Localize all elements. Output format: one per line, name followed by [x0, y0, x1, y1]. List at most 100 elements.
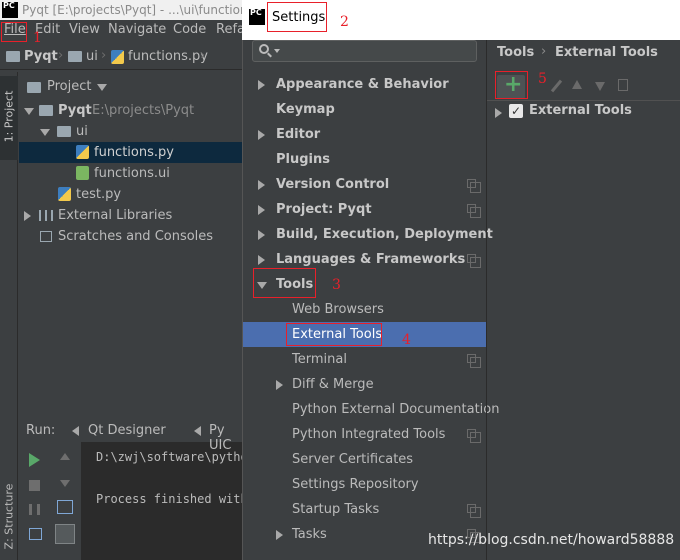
annotation-number-3: 3 — [332, 277, 341, 293]
menu-code[interactable]: Code — [173, 22, 206, 37]
expand-arrow-icon[interactable] — [24, 108, 34, 115]
structure-tool-tab[interactable]: Z: Structure — [3, 472, 16, 560]
settings-nav-plugins[interactable]: Plugins — [243, 147, 486, 172]
run-tab-qt-designer[interactable]: Qt Designer — [88, 423, 166, 438]
tree-path: E:\projects\Pyqt — [92, 103, 195, 118]
dropdown-chevron-icon[interactable] — [97, 84, 107, 91]
project-tool-tab[interactable]: 1: Project — [0, 76, 18, 160]
settings-dialog: Appearance & Behavior Keymap Editor Plug… — [242, 40, 680, 560]
settings-nav-python-external-docs[interactable]: Python External Documentation — [243, 397, 499, 422]
tree-row-external-libraries[interactable]: External Libraries — [19, 205, 242, 226]
expand-arrow-icon[interactable] — [258, 255, 265, 265]
settings-search-input[interactable] — [252, 40, 477, 62]
settings-nav-editor[interactable]: Editor — [243, 122, 486, 147]
project-level-icon — [467, 254, 481, 268]
scroll-down-icon[interactable] — [60, 480, 70, 487]
run-tab-py-uic[interactable]: Py UIC — [209, 423, 242, 453]
rerun-icon[interactable] — [29, 453, 40, 467]
settings-nav-startup-tasks[interactable]: Startup Tasks — [243, 497, 486, 522]
restore-layout-icon[interactable] — [29, 528, 42, 540]
settings-nav-version-control[interactable]: Version Control — [243, 172, 486, 197]
settings-nav-web-browsers[interactable]: Web Browsers — [243, 297, 486, 322]
expand-arrow-icon[interactable] — [24, 211, 31, 221]
external-tools-tree: ✓ External Tools — [487, 100, 680, 560]
settings-nav-python-integrated-tools[interactable]: Python Integrated Tools — [243, 422, 486, 447]
tree-label: test.py — [76, 187, 122, 202]
run-panel-header: Run: Qt Designer Py UIC — [19, 420, 242, 453]
project-panel: Project Pyqt E:\projects\Pyqt ui functio… — [19, 72, 242, 420]
expand-arrow-icon[interactable] — [258, 130, 265, 140]
expand-arrow-icon[interactable] — [258, 205, 265, 215]
scroll-to-end-icon[interactable] — [55, 524, 75, 544]
project-level-icon — [467, 429, 481, 443]
move-up-icon[interactable] — [572, 80, 582, 89]
expand-arrow-icon[interactable] — [276, 380, 283, 390]
breadcrumb-file[interactable]: functions.py — [128, 49, 208, 64]
breadcrumb-project[interactable]: Pyqt — [24, 49, 58, 64]
settings-nav-label: Keymap — [276, 102, 335, 117]
tree-label: functions.ui — [94, 166, 170, 181]
folder-icon — [57, 126, 71, 137]
external-tools-group-row[interactable]: ✓ External Tools — [487, 101, 680, 125]
scroll-up-icon[interactable] — [60, 453, 70, 460]
breadcrumb-folder[interactable]: ui — [86, 49, 98, 64]
menu-navigate[interactable]: Navigate — [108, 22, 166, 37]
settings-nav-diff-merge[interactable]: Diff & Merge — [243, 372, 486, 397]
expand-arrow-icon[interactable] — [276, 530, 283, 540]
pycharm-logo-icon: PC — [249, 9, 265, 25]
soft-wrap-icon[interactable] — [57, 500, 73, 514]
run-toolbar — [19, 442, 81, 560]
checkbox-checked-icon[interactable]: ✓ — [509, 104, 523, 118]
watermark-text: https://blog.csdn.net/howard58888 — [428, 532, 675, 548]
tree-row-test-py[interactable]: test.py — [19, 184, 242, 205]
settings-nav-label: Settings Repository — [292, 477, 419, 492]
settings-nav-external-tools[interactable]: External Tools 4 — [243, 322, 486, 348]
settings-dialog-title-bar: PC Settings 2 — [242, 0, 680, 40]
tree-row-project-root[interactable]: Pyqt E:\projects\Pyqt — [19, 100, 242, 121]
breadcrumb-separator-icon: › — [101, 48, 107, 63]
move-down-icon[interactable] — [595, 82, 605, 91]
scratches-icon — [40, 231, 52, 242]
settings-nav-terminal[interactable]: Terminal — [243, 347, 486, 372]
run-config-icon — [72, 426, 79, 436]
menu-view[interactable]: View — [69, 22, 100, 37]
settings-nav-server-certificates[interactable]: Server Certificates — [243, 447, 486, 472]
copy-icon[interactable] — [618, 79, 628, 91]
run-config-icon — [194, 426, 201, 436]
menu-refactor[interactable]: Refa — [216, 22, 245, 37]
settings-nav-settings-repository[interactable]: Settings Repository — [243, 472, 486, 497]
annotation-box-5 — [495, 71, 528, 99]
settings-nav-label: Python Integrated Tools — [292, 427, 446, 442]
folder-icon — [6, 51, 20, 62]
expand-arrow-icon[interactable] — [495, 108, 502, 118]
settings-nav-tools[interactable]: Tools 3 — [243, 268, 486, 298]
annotation-box-1 — [1, 22, 27, 42]
expand-arrow-icon[interactable] — [258, 230, 265, 240]
expand-arrow-icon[interactable] — [40, 129, 50, 136]
left-tool-stripe: 1: Project Z: Structure — [0, 72, 18, 560]
folder-icon — [68, 51, 82, 62]
settings-nav-build[interactable]: Build, Execution, Deployment — [243, 222, 493, 247]
project-tool-tab-label: 1: Project — [2, 90, 16, 143]
expand-arrow-icon[interactable] — [258, 180, 265, 190]
library-icon — [39, 210, 53, 221]
tree-row-scratches[interactable]: Scratches and Consoles — [19, 226, 242, 247]
tree-row-functions-py[interactable]: functions.py — [19, 142, 242, 163]
pause-icon[interactable] — [29, 504, 40, 515]
stop-icon[interactable] — [29, 480, 40, 491]
expand-arrow-icon[interactable] — [258, 80, 265, 90]
tree-row-functions-ui[interactable]: functions.ui — [19, 163, 242, 184]
settings-nav-label: Terminal — [292, 352, 347, 367]
settings-nav-appearance[interactable]: Appearance & Behavior — [243, 72, 486, 97]
search-options-chevron-icon[interactable] — [274, 49, 280, 53]
tree-label: Pyqt — [58, 103, 92, 118]
settings-nav-label: Build, Execution, Deployment — [276, 227, 493, 242]
edit-icon[interactable] — [550, 79, 563, 93]
tree-row-ui-folder[interactable]: ui — [19, 121, 242, 142]
tree-label: External Libraries — [58, 208, 173, 223]
breadcrumb-separator-icon: › — [58, 48, 64, 63]
settings-dialog-title: Settings — [272, 10, 326, 25]
settings-nav-keymap[interactable]: Keymap — [243, 97, 486, 122]
settings-nav-project[interactable]: Project: Pyqt — [243, 197, 486, 222]
project-panel-header[interactable]: Project — [47, 79, 91, 94]
